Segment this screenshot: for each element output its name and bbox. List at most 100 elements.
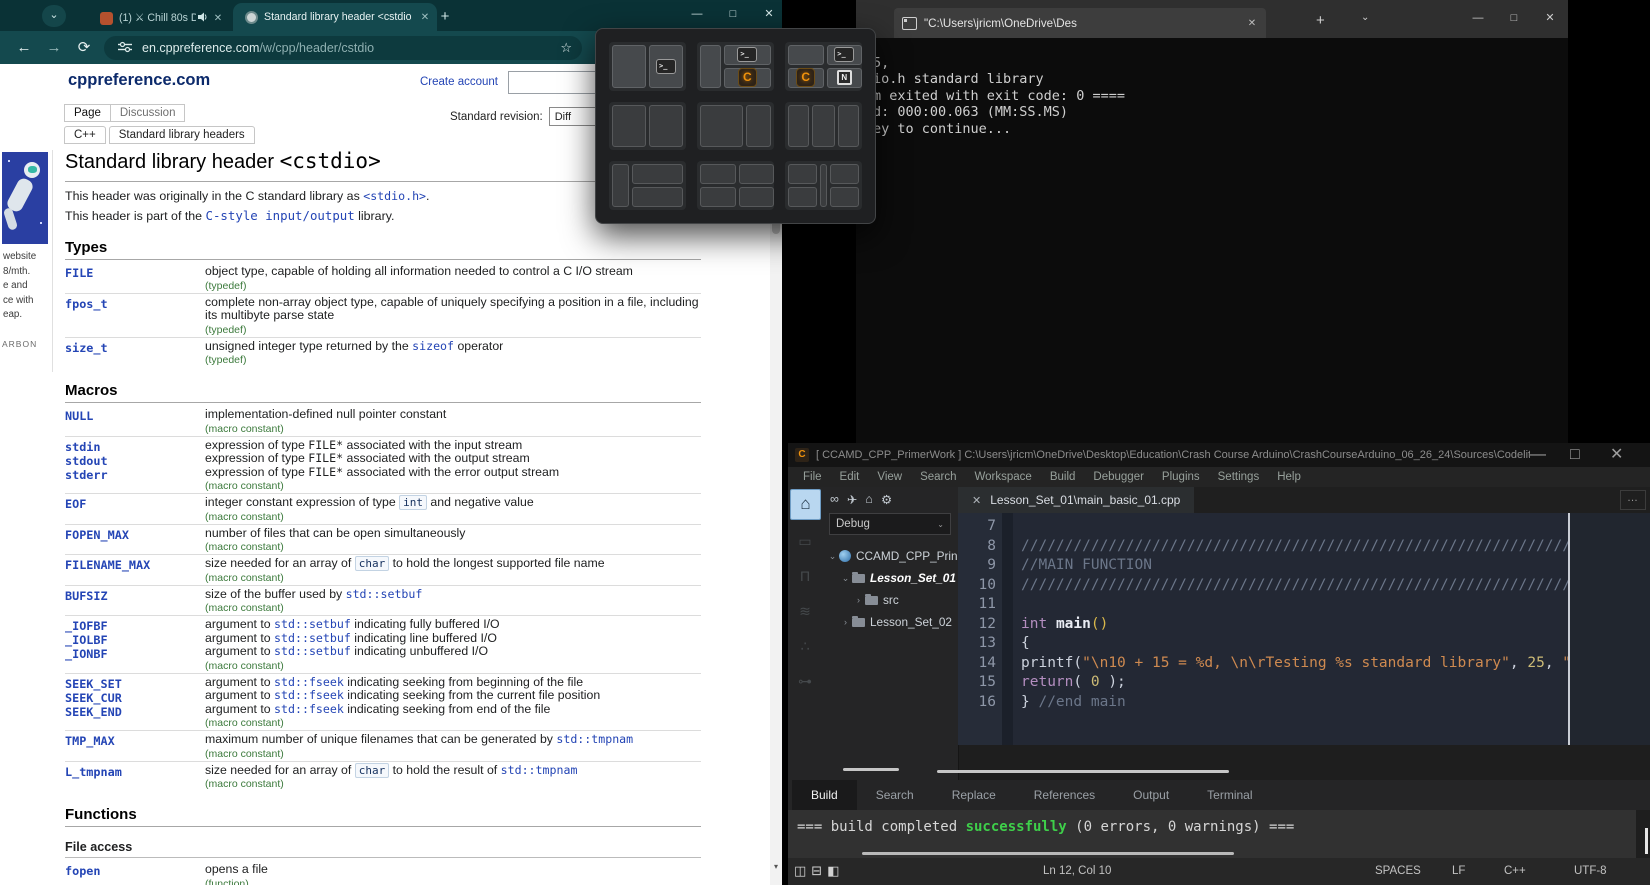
terminal-tab[interactable]: "C:\Users\jricm\OneDrive\Des ✕ [894,8,1266,38]
snap-zone[interactable] [632,187,683,208]
snap-layout-tile[interactable] [697,101,774,151]
tab-close-icon[interactable]: ✕ [972,494,981,507]
menu-debugger[interactable]: Debugger [1084,471,1153,483]
tree-item-lesson_set_01[interactable]: ⌄ Lesson_Set_01 [822,567,958,589]
url-bar[interactable]: en.cppreference.com/w/cpp/header/cstdio … [104,36,582,60]
symbol-link[interactable]: size_t [65,341,205,355]
pane-tab-search[interactable]: Search [857,780,933,810]
maximize-button[interactable]: □ [715,0,751,30]
code-line[interactable]: 16} //end main [958,693,1650,713]
symbol-link[interactable]: fopen [65,864,205,878]
symbol-link[interactable]: FOPEN_MAX [65,528,205,542]
symbol-link[interactable]: L_tmpnam [65,765,205,779]
code-line[interactable]: 11 [958,595,1650,615]
symbol-link[interactable]: _IOFBF [65,619,205,633]
inline-code-link[interactable]: std::fseek [274,675,344,689]
tree-item-src[interactable]: › src [822,589,958,611]
sidebar-ad[interactable]: website 8/mth. e and ce with eap. ARBON [0,150,53,372]
scroll-down-arrow-icon[interactable]: ▾ [770,862,782,871]
code-line[interactable]: 15 return( 0 ); [958,673,1650,693]
code-line[interactable]: 9 //MAIN FUNCTION [958,556,1650,576]
tab-close-icon[interactable]: ✕ [417,12,433,23]
output-hscrollbar[interactable] [862,852,1234,855]
code-line[interactable]: 7 [958,517,1650,537]
menu-workspace[interactable]: Workspace [966,471,1041,483]
browser-tab-active[interactable]: Standard library header <cstdio ✕ [233,3,437,31]
new-terminal-tab-button[interactable]: + [1316,12,1325,29]
link-icon[interactable]: ∞ [830,492,839,507]
code-line[interactable]: 10 //////////////////////////////////////… [958,576,1650,596]
snap-layout-tile[interactable] [785,161,862,210]
close-button[interactable]: ✕ [1610,443,1650,467]
tab-search-button[interactable]: ⌄ [42,5,66,27]
snap-zone[interactable] [788,45,824,65]
split-view-icon[interactable]: ◧ [827,858,839,884]
code-line[interactable]: 12 int main() [958,615,1650,635]
snap-zone[interactable]: N [826,67,862,88]
menu-search[interactable]: Search [911,471,965,483]
build-output[interactable]: === build completed successfully (0 erro… [788,810,1636,858]
audio-speaker-icon[interactable] [198,12,208,25]
inline-code-link[interactable]: <stdio.h> [363,189,426,203]
menu-build[interactable]: Build [1041,471,1085,483]
menu-file[interactable]: File [794,471,831,483]
inline-code-link[interactable]: std::setbuf [346,587,423,601]
build-config-dropdown[interactable]: Debug ⌄ [829,513,951,535]
terminal-output[interactable]: 5, io.h standard library m exited with exi… [856,38,1568,443]
snap-zone[interactable] [612,164,630,207]
snap-zone[interactable] [738,187,774,208]
snap-zone[interactable] [632,164,683,185]
snap-zone[interactable] [612,104,646,148]
inline-code-link[interactable]: C-style input/output [206,208,355,223]
tab-overflow-button[interactable]: … [1620,490,1646,510]
tree-item-ccamd_cpp_prin[interactable]: ⌄ CCAMD_CPP_Prin [822,545,958,567]
snap-zone[interactable] [700,164,736,185]
snap-zone[interactable] [745,104,771,148]
forward-button[interactable]: → [44,38,64,58]
pane-tab-output[interactable]: Output [1114,780,1188,810]
symbol-link[interactable]: stdin [65,440,205,454]
code-line[interactable]: 13 { [958,634,1650,654]
symbol-link[interactable]: BUFSIZ [65,589,205,603]
home-view-button[interactable]: ⌂ [790,489,821,520]
snap-layout-tile[interactable]: >_ [609,42,686,91]
close-button[interactable]: ✕ [1532,0,1568,38]
symbol-link[interactable]: stdout [65,454,205,468]
site-settings-icon[interactable] [118,41,132,56]
snap-zone[interactable] [738,164,774,185]
snap-zone[interactable]: >_ [723,45,771,65]
editor-hscrollbar[interactable] [937,770,1229,773]
pane-tab-build[interactable]: Build [792,780,857,810]
code-line[interactable]: 14 printf("\n10 + 15 = %d, \n\rTesting %s… [958,654,1650,674]
snap-zone[interactable] [700,45,721,88]
layers-icon[interactable]: ≋ [795,603,815,620]
inline-code-link[interactable]: std::tmpnam [501,763,578,777]
editor-tab[interactable]: ✕ Lesson_Set_01\main_basic_01.cpp [958,487,1195,513]
snap-zone[interactable] [612,45,646,88]
snap-zone[interactable] [700,104,743,148]
snap-zone[interactable] [700,187,736,208]
maximize-button[interactable]: □ [1496,0,1532,38]
create-account-link[interactable]: Create account [420,76,498,88]
inline-code-link[interactable]: std::tmpnam [556,732,633,746]
inline-code-link[interactable]: std::fseek [274,688,344,702]
browser-tab-music[interactable]: (1) ⚔ Chill 80s Dark Fantas ✕ [96,5,230,31]
symbol-link[interactable]: NULL [65,409,205,423]
terminal-menu-chevron-icon[interactable]: ⌄ [1361,12,1369,23]
symbol-link[interactable]: stderr [65,468,205,482]
minimize-button[interactable]: — [679,0,715,30]
snap-zone[interactable]: >_ [649,45,683,88]
symbol-link[interactable]: SEEK_SET [65,677,205,691]
split-view-icon[interactable]: ⊟ [811,858,822,884]
pane-tab-references[interactable]: References [1015,780,1114,810]
snap-zone[interactable] [830,187,859,208]
minimize-button[interactable]: — [1460,0,1496,38]
snap-layout-tile[interactable]: C >_ N [785,42,862,91]
back-button[interactable]: ← [14,38,34,58]
snap-zone[interactable] [812,104,835,148]
snap-zone[interactable] [788,104,810,148]
inline-code-link[interactable]: std::setbuf [274,631,351,645]
home-icon[interactable]: ⌂ [865,492,873,507]
panel-hscrollbar[interactable] [843,768,899,771]
minimize-button[interactable]: — [1530,443,1570,467]
